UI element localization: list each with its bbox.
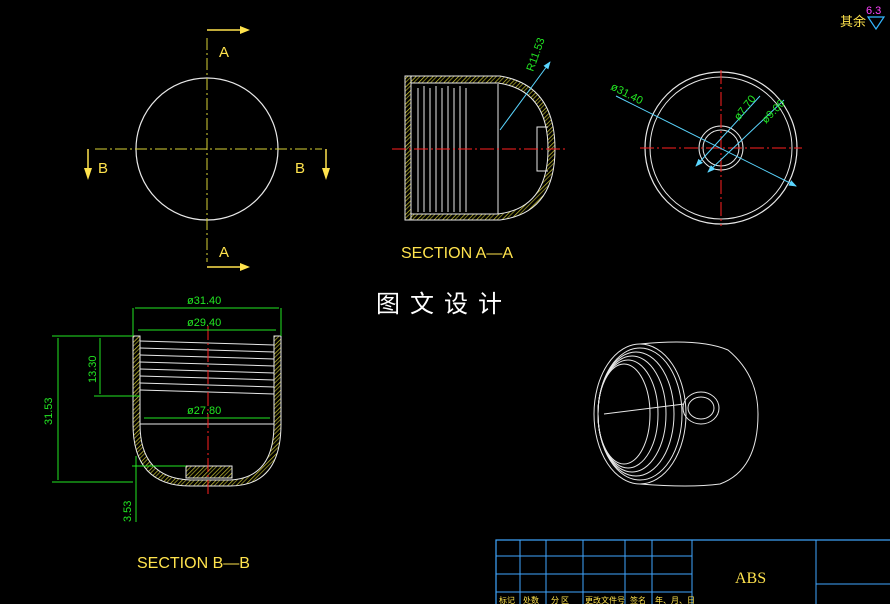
roughness-symbol: 其余 6.3 (840, 5, 886, 31)
section-b-left-letter: B (98, 160, 108, 177)
section-bb-dia-inner: ø27.80 (187, 405, 221, 417)
section-bb-view: ø31.40 ø29.40 ø27.80 31.53 13.30 3.53 SE… (43, 295, 282, 572)
top-view: A A B B (84, 26, 330, 271)
title-block: ABS 标记 处数 分 区 更改文件号 签名 年、月、日 (495, 539, 890, 604)
section-aa-shell (404, 75, 556, 221)
title-block-material: ABS (735, 570, 766, 587)
title-block-header-1: 处数 (523, 595, 539, 604)
drawing-sheet: 其余 6.3 A A B B R11.53 SECTION A—A ø31.40… (43, 5, 890, 604)
section-bb-dia-thread: ø29.40 (187, 317, 221, 329)
section-bb-height-total: 31.53 (43, 397, 55, 425)
end-view-dia-outer: ø31.40 (609, 81, 645, 107)
section-bb-height-thread: 13.30 (87, 355, 99, 383)
section-bb-dia-outer: ø31.40 (187, 295, 221, 307)
section-aa-radius: R11.53 (525, 36, 548, 73)
section-a-top-letter: A (219, 44, 229, 61)
roughness-label: 其余 (840, 14, 866, 29)
title-block-header-0: 标记 (499, 595, 515, 604)
title-block-header-4: 签名 (630, 595, 646, 604)
roughness-value: 6.3 (866, 5, 881, 17)
end-view-dia-mid: ø9.00 (760, 98, 788, 127)
section-b-right-letter: B (295, 160, 305, 177)
cad-drawing-canvas: 其余 6.3 A A B B R11.53 SECTION A—A ø31.40… (0, 0, 890, 604)
section-aa-caption: SECTION A—A (401, 245, 513, 262)
section-aa-view: R11.53 SECTION A—A (392, 36, 566, 262)
isometric-view (593, 341, 759, 487)
end-view: ø31.40 ø7.70 ø9.00 (609, 70, 802, 226)
roughness-triangle-icon (866, 16, 886, 31)
title-block-header-3: 更改文件号 (585, 595, 625, 604)
title-block-header-2: 分 区 (551, 596, 569, 604)
drawing-title: 图 文 设 计 (376, 291, 504, 318)
end-view-dia-small: ø7.70 (732, 93, 759, 123)
radius-leader (499, 61, 551, 131)
section-bb-caption: SECTION B—B (137, 555, 250, 572)
section-bb-depth: 3.53 (122, 501, 134, 522)
section-a-bottom-letter: A (219, 244, 229, 261)
title-block-header-5: 年、月、日 (655, 595, 695, 604)
section-bb-threads (139, 340, 275, 395)
